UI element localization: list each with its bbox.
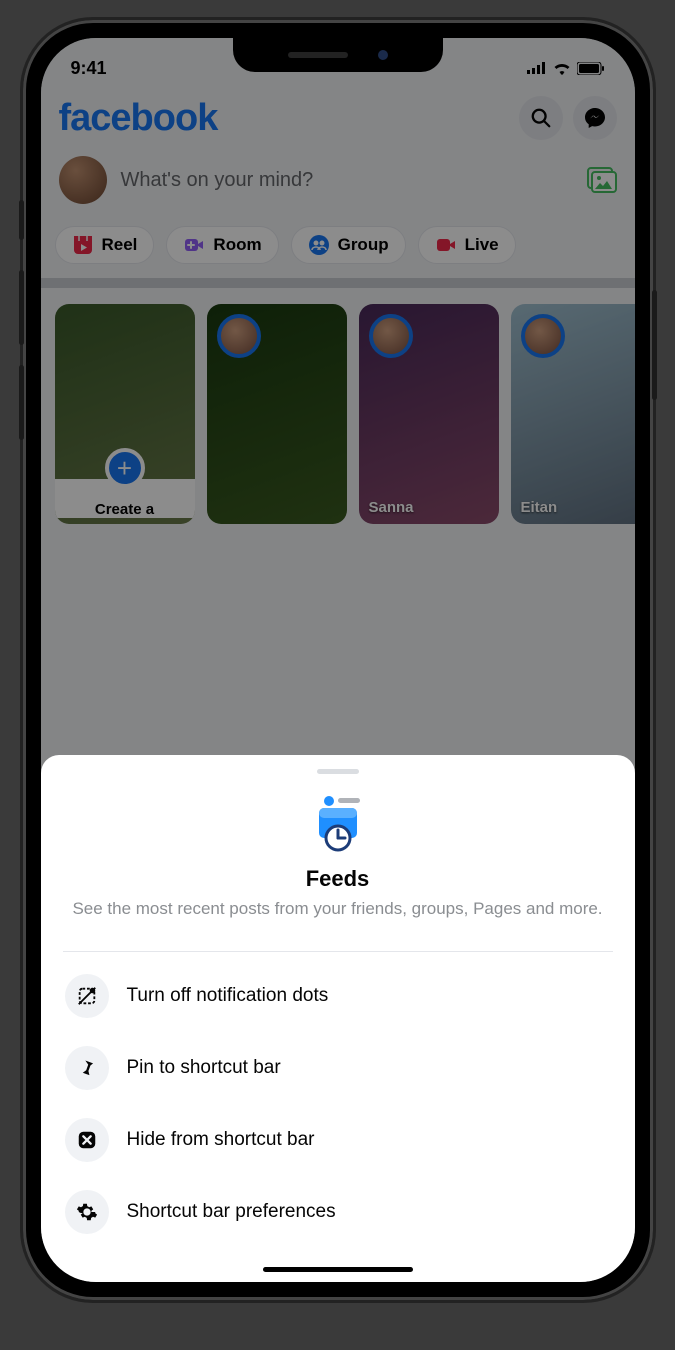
sheet-item-hide[interactable]: Hide from shortcut bar — [41, 1104, 635, 1176]
sheet-item-preferences[interactable]: Shortcut bar preferences — [41, 1176, 635, 1248]
sheet-item-label: Pin to shortcut bar — [127, 1057, 281, 1079]
sheet-item-label: Shortcut bar preferences — [127, 1201, 336, 1223]
notch — [233, 38, 443, 72]
pin-icon — [65, 1046, 109, 1090]
phone-frame: 9:41 facebook — [23, 20, 653, 1300]
home-indicator[interactable] — [263, 1267, 413, 1272]
sheet-item-label: Hide from shortcut bar — [127, 1129, 315, 1151]
feeds-hero-icon — [305, 796, 371, 852]
sheet-item-pin[interactable]: Pin to shortcut bar — [41, 1032, 635, 1104]
sheet-grabber[interactable] — [317, 769, 359, 774]
sheet-divider — [63, 951, 613, 952]
sheet-item-notification-dots[interactable]: Turn off notification dots — [41, 960, 635, 1032]
sheet-item-label: Turn off notification dots — [127, 985, 329, 1007]
sheet-subtitle: See the most recent posts from your frie… — [71, 898, 605, 921]
notification-off-icon — [65, 974, 109, 1018]
sheet-hero: Feeds See the most recent posts from you… — [41, 796, 635, 939]
gear-icon — [65, 1190, 109, 1234]
screen: 9:41 facebook — [41, 38, 635, 1282]
hide-icon — [65, 1118, 109, 1162]
sheet-title: Feeds — [71, 866, 605, 892]
feeds-bottom-sheet: Feeds See the most recent posts from you… — [41, 755, 635, 1282]
